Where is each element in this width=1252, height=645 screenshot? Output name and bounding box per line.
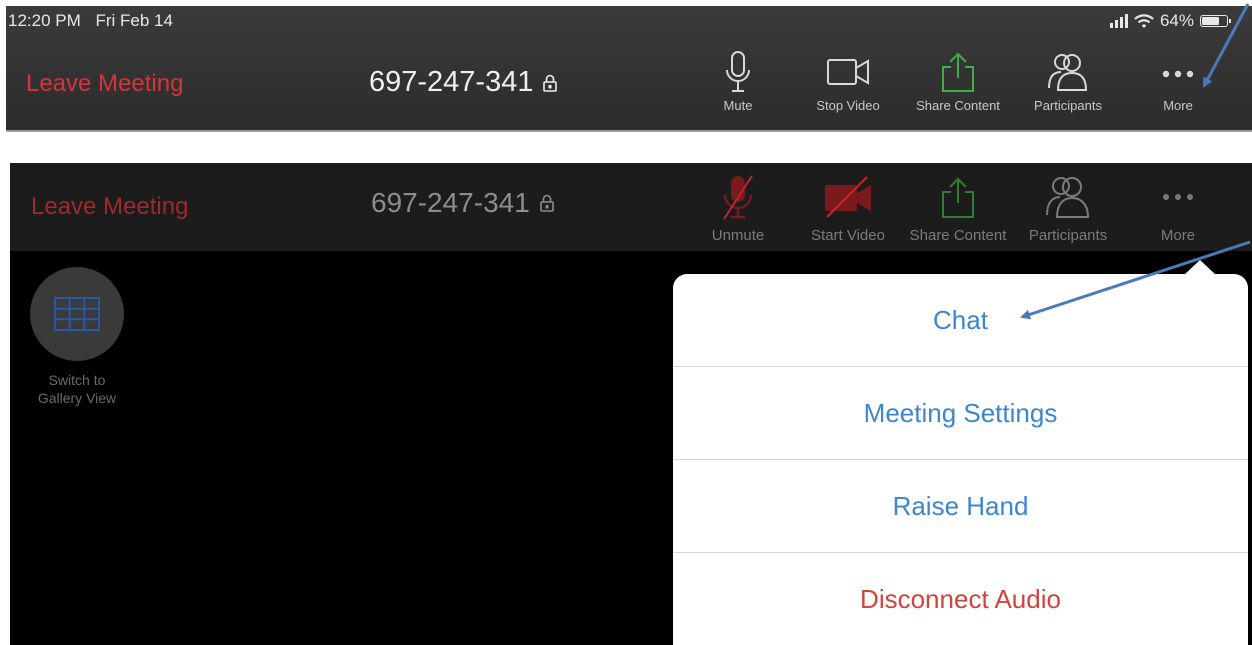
status-bar: 12:20 PM Fri Feb 14 64% bbox=[6, 6, 1252, 36]
switch-to-gallery-view-button[interactable]: Switch to Gallery View bbox=[30, 267, 124, 407]
microphone-muted-icon bbox=[723, 175, 753, 220]
menu-item-disconnect-audio[interactable]: Disconnect Audio bbox=[673, 553, 1248, 645]
battery-percent: 64% bbox=[1159, 11, 1194, 30]
leave-meeting-button[interactable]: Leave Meeting bbox=[26, 70, 183, 98]
mute-button[interactable]: Mute bbox=[683, 50, 793, 113]
status-time: 12:20 PM bbox=[8, 11, 81, 30]
grid-icon bbox=[54, 297, 100, 331]
wifi-icon bbox=[1134, 13, 1154, 28]
share-content-label: Share Content bbox=[916, 98, 1000, 113]
meeting-id-text: 697-247-341 bbox=[371, 187, 530, 218]
top-screenshot: 12:20 PM Fri Feb 14 64% Leave Meeting 69… bbox=[6, 6, 1252, 132]
lock-icon bbox=[540, 194, 554, 212]
share-icon bbox=[942, 52, 974, 92]
stop-video-button[interactable]: Stop Video bbox=[793, 50, 903, 113]
menu-item-raise-hand[interactable]: Raise Hand bbox=[673, 460, 1248, 553]
participants-label: Participants bbox=[1034, 98, 1102, 113]
share-content-button[interactable]: Share Content bbox=[903, 50, 1013, 113]
start-video-label: Start Video bbox=[811, 227, 885, 244]
more-label: More bbox=[1163, 98, 1193, 113]
status-date: Fri Feb 14 bbox=[95, 11, 173, 30]
more-label: More bbox=[1160, 227, 1196, 244]
microphone-icon bbox=[726, 51, 750, 92]
video-camera-icon bbox=[827, 59, 869, 85]
participants-label: Participants bbox=[1028, 227, 1108, 244]
leave-meeting-button[interactable]: Leave Meeting bbox=[31, 193, 188, 221]
lock-icon bbox=[543, 74, 558, 92]
gallery-label-line2: Gallery View bbox=[37, 390, 117, 406]
stop-video-label: Stop Video bbox=[816, 98, 880, 113]
start-video-button[interactable]: Start Video bbox=[793, 173, 903, 244]
participants-icon bbox=[1048, 54, 1088, 91]
unmute-label: Unmute bbox=[711, 227, 765, 244]
popover-pointer bbox=[1184, 260, 1216, 275]
more-dots-icon bbox=[1163, 194, 1193, 200]
share-content-label: Share Content bbox=[909, 227, 1007, 244]
meeting-toolbar: Leave Meeting 697-247-341 Unmute Start V… bbox=[10, 163, 1252, 251]
menu-item-chat[interactable]: Chat bbox=[673, 274, 1248, 367]
video-camera-off-icon bbox=[825, 176, 871, 218]
meeting-id: 697-247-341 bbox=[371, 187, 554, 219]
more-button[interactable]: More bbox=[1123, 173, 1233, 244]
more-menu-popover: Chat Meeting Settings Raise Hand Disconn… bbox=[673, 274, 1248, 645]
battery-icon bbox=[1200, 15, 1231, 27]
more-dots-icon bbox=[1162, 70, 1194, 78]
mute-label: Mute bbox=[723, 98, 753, 113]
meeting-id: 697-247-341 bbox=[369, 66, 558, 99]
gallery-label-line1: Switch to bbox=[48, 372, 106, 388]
gallery-button-circle[interactable] bbox=[30, 267, 124, 361]
share-icon bbox=[942, 177, 974, 218]
signal-icon bbox=[1109, 14, 1128, 28]
share-content-button[interactable]: Share Content bbox=[903, 173, 1013, 244]
more-button[interactable]: More bbox=[1123, 50, 1233, 113]
participants-icon bbox=[1046, 177, 1090, 218]
gallery-button-label: Switch to Gallery View bbox=[30, 371, 124, 407]
menu-item-meeting-settings[interactable]: Meeting Settings bbox=[673, 367, 1248, 460]
participants-button[interactable]: Participants bbox=[1013, 173, 1123, 244]
participants-button[interactable]: Participants bbox=[1013, 50, 1123, 113]
unmute-button[interactable]: Unmute bbox=[683, 173, 793, 244]
meeting-id-text: 697-247-341 bbox=[369, 66, 534, 98]
